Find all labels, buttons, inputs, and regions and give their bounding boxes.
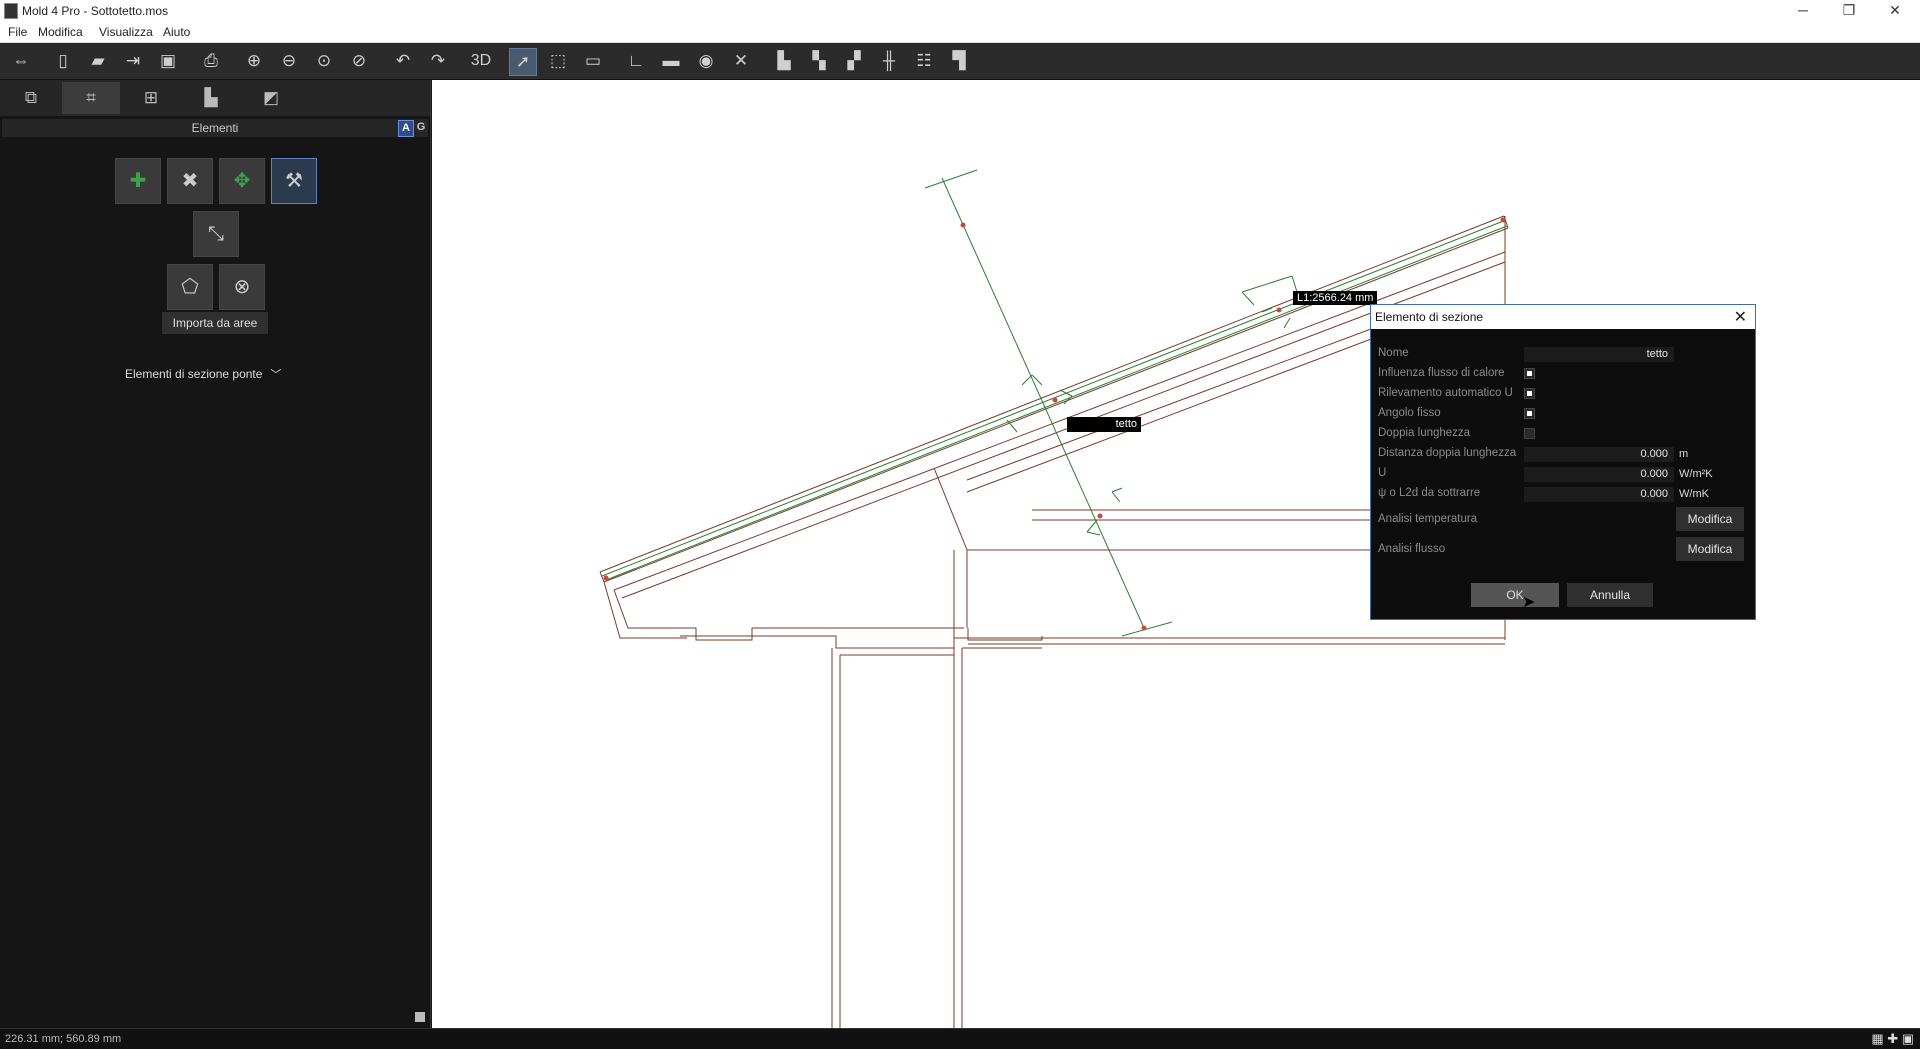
title-bar: Mold 4 Pro - Sottotetto.mos ─ ❐ ✕ — [0, 0, 1920, 22]
doppia-checkbox[interactable] — [1524, 428, 1535, 439]
open-folder-icon[interactable]: ▰ — [85, 48, 111, 74]
analisi-flusso-label: Analisi flusso — [1378, 543, 1446, 555]
mode-g-toggle[interactable]: G — [414, 120, 428, 135]
nome-input[interactable]: tetto — [1524, 347, 1674, 362]
analisi-flusso-modifica-button[interactable]: Modifica — [1676, 537, 1744, 561]
delete-element-icon[interactable]: ✖ — [167, 158, 213, 204]
distanza-input[interactable]: 0.000 — [1524, 447, 1674, 462]
dialog-title: Elemento di sezione — [1375, 310, 1484, 324]
analisi-temp-label: Analisi temperatura — [1378, 513, 1478, 525]
select-pointer-icon[interactable]: ➚ — [509, 48, 537, 76]
cursor-coordinates: 226.31 mm; 560.89 mm — [5, 1033, 122, 1045]
minimize-button[interactable]: ─ — [1780, 0, 1826, 22]
cancel-button[interactable]: Annulla — [1567, 583, 1653, 607]
restore-button[interactable]: ❐ — [1826, 0, 1872, 22]
menu-file[interactable]: File — [8, 25, 27, 39]
nome-label: Nome — [1378, 347, 1409, 359]
panel-resize-handle[interactable] — [415, 1012, 425, 1022]
menu-visualizza[interactable]: Visualizza — [99, 25, 153, 39]
angolo-checkbox[interactable] — [1524, 408, 1535, 419]
dropdown-label: Elementi di sezione ponte — [125, 367, 263, 381]
u-label: U — [1378, 467, 1387, 479]
main-toolbar: ⇔ ▯ ▰ ⇥ ▣ ⎙ ⊕ ⊖ ⊙ ⊘ ↶ ↷ 3D ➚ ⬚ ▭ ∟ ▬ ◉ ✕… — [0, 43, 1920, 80]
u-input[interactable]: 0.000 — [1524, 467, 1674, 482]
ruler-icon[interactable]: ▭ — [580, 48, 606, 74]
tab-elements[interactable]: ⌗ — [62, 82, 120, 114]
bridge-elements-dropdown[interactable]: Elementi di sezione ponte ﹀ — [125, 366, 281, 382]
menu-bar: File Modifica Visualizza Aiuto — [0, 22, 1920, 43]
zoom-out-icon[interactable]: ⊖ — [276, 48, 302, 74]
redo-icon[interactable]: ↷ — [425, 48, 451, 74]
chevron-down-icon: ﹀ — [270, 369, 282, 381]
u-unit: W/m²K — [1679, 468, 1713, 480]
distanza-label: Distanza doppia lunghezza — [1378, 447, 1517, 459]
tab-results[interactable]: ◩ — [242, 82, 300, 114]
swap-arrows-icon[interactable]: ⇔ — [8, 48, 34, 74]
angolo-label: Angolo fisso — [1378, 407, 1441, 419]
dialog-close-icon[interactable]: ✕ — [1734, 307, 1747, 327]
psi-input[interactable]: 0.000 — [1524, 487, 1674, 502]
undo-icon[interactable]: ↶ — [390, 48, 416, 74]
edit-element-icon[interactable]: ⚒ — [271, 158, 317, 204]
remove-polygon-icon[interactable]: ⊗ — [219, 264, 265, 310]
tab-boundary[interactable]: ⊞ — [122, 82, 180, 114]
import-icon[interactable]: ⇥ — [120, 48, 146, 74]
close-window-button[interactable]: ✕ — [1872, 0, 1918, 22]
panel-tabs: ⧉ ⌗ ⊞ ▙ ◩ — [0, 80, 430, 116]
drop-icon[interactable]: ▜ — [946, 48, 972, 74]
rilevamento-checkbox[interactable] — [1524, 388, 1535, 399]
crosshair-icon[interactable]: ✕ — [728, 48, 754, 74]
zoom-fit-icon[interactable]: ⊙ — [311, 48, 337, 74]
grid-edit-icon[interactable]: ╫ — [876, 48, 902, 74]
panel-header: Elementi — [2, 119, 428, 137]
save-icon[interactable]: ▣ — [155, 48, 181, 74]
mode-a-toggle[interactable]: A — [398, 120, 414, 137]
doppia-label: Doppia lunghezza — [1378, 427, 1471, 439]
dimension-label: L1:2566.24 mm — [1293, 291, 1378, 305]
app-icon — [4, 3, 18, 19]
element-tag-label: tetto — [1067, 417, 1141, 432]
menu-modifica[interactable]: Modifica — [38, 25, 83, 39]
eye-icon[interactable]: ◉ — [693, 48, 719, 74]
move-line-icon[interactable]: ⤡ — [193, 211, 239, 257]
zoom-in-icon[interactable]: ⊕ — [241, 48, 267, 74]
section-element-dialog: Elemento di sezione ✕ Nome tetto Influen… — [1370, 304, 1756, 620]
select-window-icon[interactable]: ⬚ — [545, 48, 571, 74]
dialog-titlebar: Elemento di sezione ✕ — [1371, 305, 1755, 329]
window-title: Mold 4 Pro - Sottotetto.mos — [22, 4, 169, 18]
view-3d-button[interactable]: 3D — [466, 48, 496, 74]
corner-icon[interactable]: ∟ — [623, 48, 649, 74]
psi-label: ψ o L2d da sottrarre — [1378, 487, 1481, 499]
add-element-icon[interactable]: ✚ — [115, 158, 161, 204]
section-icon[interactable]: ▚ — [806, 48, 832, 74]
ok-button[interactable]: OK — [1471, 583, 1559, 607]
analisi-temp-modifica-button[interactable]: Modifica — [1676, 507, 1744, 531]
new-file-icon[interactable]: ▯ — [50, 48, 76, 74]
polygon-icon[interactable]: ⬠ — [167, 264, 213, 310]
left-panel: ⧉ ⌗ ⊞ ▙ ◩ Elementi A G ✚ ✖ ✥ ⚒ ⤡ ⬠ ⊗ Imp… — [0, 80, 431, 1028]
import-from-areas-button[interactable]: Importa da aree — [162, 312, 268, 334]
grid-snap-icon[interactable]: ▦ ✚ ▣ — [1871, 1031, 1914, 1047]
influenza-label: Influenza flusso di calore — [1378, 367, 1505, 379]
zoom-window-icon[interactable]: ⊘ — [346, 48, 372, 74]
move-element-icon[interactable]: ✥ — [219, 158, 265, 204]
wall-icon[interactable]: ▙ — [771, 48, 797, 74]
influenza-checkbox[interactable] — [1524, 368, 1535, 379]
psi-unit: W/mK — [1679, 488, 1709, 500]
mouse-cursor-icon: ➤ — [1522, 594, 1536, 611]
settings-bars-icon[interactable]: ☷ — [911, 48, 937, 74]
thermal-icon[interactable]: ▞ — [841, 48, 867, 74]
distanza-unit: m — [1679, 448, 1689, 460]
menu-aiuto[interactable]: Aiuto — [163, 25, 190, 39]
tab-areas[interactable]: ▙ — [182, 82, 240, 114]
tab-materials[interactable]: ⧉ — [2, 82, 60, 114]
comment-icon[interactable]: ▬ — [658, 48, 684, 74]
print-icon[interactable]: ⎙ — [198, 48, 224, 74]
rilevamento-label: Rilevamento automatico U — [1378, 387, 1513, 399]
status-bar: 226.31 mm; 560.89 mm ▦ ✚ ▣ — [0, 1028, 1920, 1049]
